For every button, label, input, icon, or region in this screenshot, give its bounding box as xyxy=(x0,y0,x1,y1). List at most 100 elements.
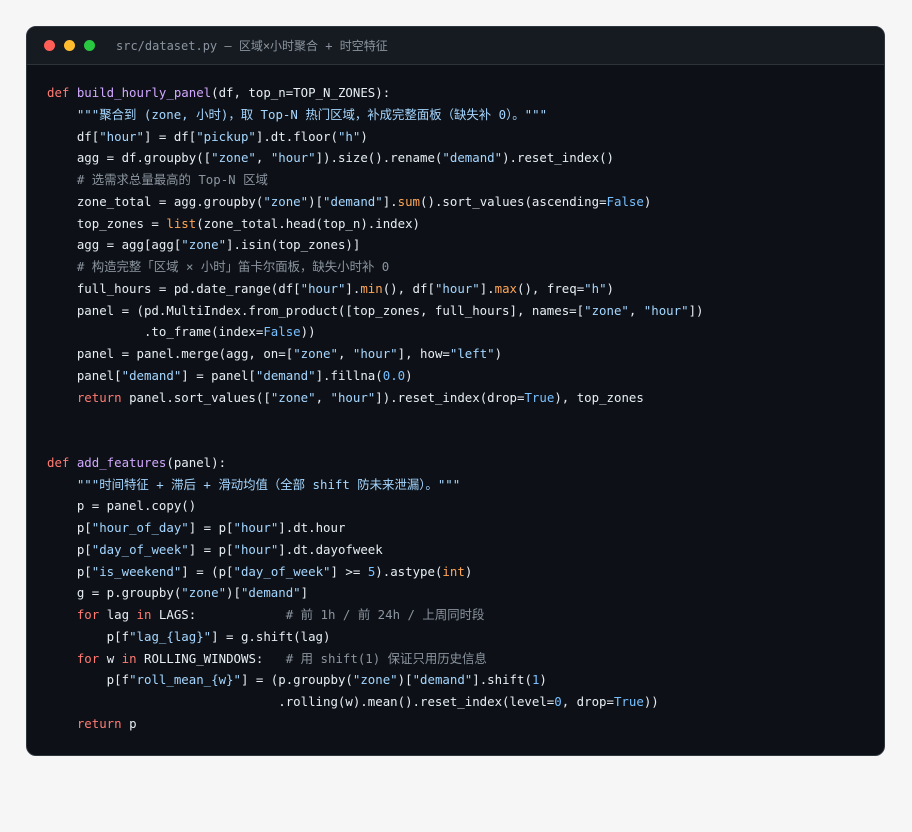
code-token: (panel): xyxy=(166,454,227,470)
code-token: , xyxy=(315,389,331,405)
code-line: """时间特征 + 滞后 + 滑动均值（全部 shift 防未来泄漏）。""" xyxy=(47,474,703,496)
code-line: # 构造完整「区域 × 小时」笛卡尔面板，缺失小时补 0 xyxy=(47,256,703,278)
code-token: p xyxy=(121,715,137,731)
code-line: def add_features(panel): xyxy=(47,452,703,474)
code-token: , xyxy=(628,302,644,318)
code-line: p["day_of_week"] = p["hour"].dt.dayofwee… xyxy=(47,539,703,561)
code-line: full_hours = pd.date_range(df["hour"].mi… xyxy=(47,278,703,300)
code-line: p[f"roll_mean_{w}"] = (p.groupby("zone")… xyxy=(47,669,703,691)
code-token: def xyxy=(47,85,77,100)
code-line: panel["demand"] = panel["demand"].fillna… xyxy=(47,365,703,387)
code-token: ].dt.dayofweek xyxy=(278,541,383,557)
code-line: # 选需求总量最高的 Top-N 区域 xyxy=(47,169,703,191)
code-token: (), freq= xyxy=(517,280,585,296)
code-token: True xyxy=(613,694,644,709)
code-token: "hour" xyxy=(233,520,279,535)
code-token: max xyxy=(494,280,518,296)
code-token: "zone" xyxy=(293,346,338,361)
code-token: p[f xyxy=(47,672,130,688)
code-token: int xyxy=(442,563,465,579)
code-line: return panel.sort_values(["zone", "hour"… xyxy=(47,387,703,409)
code-token: )) xyxy=(300,324,316,340)
code-token: "demand" xyxy=(323,193,383,209)
code-token: "hour" xyxy=(300,280,346,296)
code-token: in xyxy=(136,607,152,622)
code-token: "demand" xyxy=(121,367,182,383)
close-dot[interactable] xyxy=(44,40,55,51)
code-token: ) xyxy=(539,672,547,688)
code-token: .rolling(w).mean().reset_index(level= xyxy=(47,694,555,709)
code-token: "lag_{lag}" xyxy=(129,628,212,644)
code-token: top_zones = xyxy=(47,215,167,231)
code-token: False xyxy=(263,324,301,340)
code-token: "zone" xyxy=(270,389,316,405)
code-token: ).reset_index() xyxy=(502,150,614,166)
code-line: p["is_weekend"] = (p["day_of_week"] >= 5… xyxy=(47,561,703,583)
code-token: ]).reset_index(drop= xyxy=(375,389,525,405)
maximize-dot[interactable] xyxy=(84,40,95,51)
code-token: df[ xyxy=(47,128,100,144)
code-token: ]).size().rename( xyxy=(315,150,443,166)
code-token: "zone" xyxy=(211,150,256,166)
code-token: ] = p[ xyxy=(188,541,234,557)
code-token: (zone_total.head(top_n).index) xyxy=(196,215,420,231)
code-token: ] = (p[ xyxy=(181,563,234,579)
code-token: True xyxy=(524,389,555,405)
code-token: "demand" xyxy=(255,367,316,383)
code-block[interactable]: def build_hourly_panel(df, top_n=TOP_N_Z… xyxy=(47,82,703,735)
code-line: p["hour_of_day"] = p["hour"].dt.hour xyxy=(47,517,703,539)
code-token: "demand" xyxy=(240,585,301,601)
code-token: ] >= xyxy=(330,563,368,579)
code-token: lag xyxy=(99,607,137,622)
code-token: "day_of_week" xyxy=(233,563,331,579)
code-token: agg = df.groupby([ xyxy=(47,150,212,166)
minimize-dot[interactable] xyxy=(64,40,75,51)
code-token: "zone" xyxy=(181,585,227,601)
code-token: sum xyxy=(397,193,421,209)
code-token: min xyxy=(360,280,383,296)
code-token: return xyxy=(76,715,122,731)
code-token: "day_of_week" xyxy=(91,541,189,557)
code-token: p[ xyxy=(47,541,92,557)
code-token: zone_total = agg.groupby( xyxy=(47,193,264,209)
code-token: "hour" xyxy=(643,302,689,318)
code-token: "left" xyxy=(449,346,495,361)
code-line: panel = panel.merge(agg, on=["zone", "ho… xyxy=(47,343,703,365)
code-token: ]. xyxy=(479,280,495,296)
title-bar: src/dataset.py — 区域×小时聚合 + 时空特征 xyxy=(27,27,884,65)
code-token: ]. xyxy=(345,280,361,296)
code-token: "hour" xyxy=(352,346,398,361)
editor-window: src/dataset.py — 区域×小时聚合 + 时空特征 def buil… xyxy=(26,26,885,756)
code-token: ]. xyxy=(382,193,398,209)
code-token: ] = g.shift(lag) xyxy=(211,628,331,644)
code-token: ).astype( xyxy=(375,563,443,579)
code-token: p = panel.copy() xyxy=(47,498,197,514)
code-token: # 构造完整「区域 × 小时」笛卡尔面板，缺失小时补 0 xyxy=(76,259,390,274)
code-token: p[f xyxy=(47,628,130,644)
code-token: "hour" xyxy=(233,541,279,557)
code-token: w xyxy=(99,650,122,666)
code-token: )) xyxy=(643,694,659,709)
code-token: "hour_of_day" xyxy=(91,520,189,535)
code-token: "zone" xyxy=(181,237,227,253)
code-token: "demand" xyxy=(442,150,503,166)
code-token: ) xyxy=(494,346,503,361)
code-token: p[ xyxy=(47,563,92,579)
code-token: )[ xyxy=(397,672,413,688)
code-token: "hour" xyxy=(434,280,480,296)
code-token: full_hours = pd.date_range(df[ xyxy=(47,280,301,296)
code-token: # 前 1h / 前 24h / 上周同时段 xyxy=(285,607,485,622)
code-token: ] = p[ xyxy=(188,520,234,535)
code-token: ].shift( xyxy=(472,672,532,688)
code-token: ) xyxy=(606,280,615,296)
code-token: def xyxy=(47,454,77,470)
code-line: for w in ROLLING_WINDOWS: # 用 shift(1) 保… xyxy=(47,648,703,670)
code-token: "zone" xyxy=(352,672,398,688)
code-token: agg = agg[agg[ xyxy=(47,237,182,253)
